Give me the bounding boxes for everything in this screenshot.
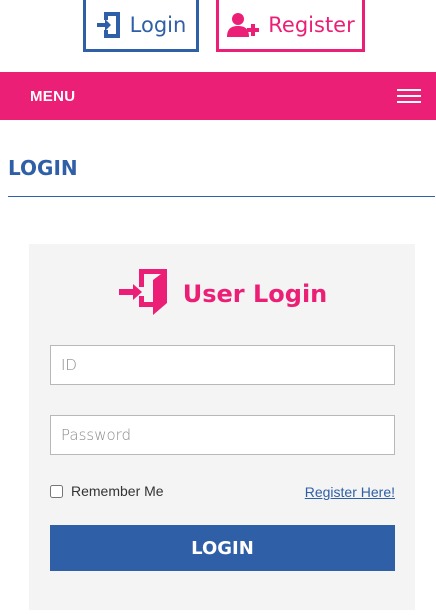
menu-label: MENU [30, 87, 76, 105]
remember-me-row[interactable]: Remember Me [50, 483, 164, 499]
id-input[interactable] [50, 345, 395, 385]
hamburger-icon[interactable] [397, 89, 421, 103]
login-panel: User Login Remember Me Register Here! LO… [29, 244, 415, 610]
user-add-icon [226, 12, 260, 38]
door-enter-icon [96, 10, 122, 40]
top-register-label: Register [268, 12, 355, 37]
top-register-button[interactable]: Register [216, 0, 365, 52]
door-enter-icon [117, 267, 169, 322]
top-login-label: Login [129, 12, 187, 37]
login-panel-header: User Login [29, 267, 415, 322]
remember-me-checkbox[interactable] [50, 484, 63, 498]
title-divider [8, 196, 435, 197]
top-login-button[interactable]: Login [83, 0, 199, 52]
register-here-link[interactable]: Register Here! [305, 484, 395, 500]
remember-me-label: Remember Me [71, 483, 164, 499]
login-panel-title: User Login [182, 280, 328, 308]
login-submit-button[interactable]: LOGIN [50, 525, 395, 571]
page-title: LOGIN [8, 156, 78, 180]
password-input[interactable] [50, 415, 395, 455]
menu-bar: MENU [0, 72, 436, 120]
